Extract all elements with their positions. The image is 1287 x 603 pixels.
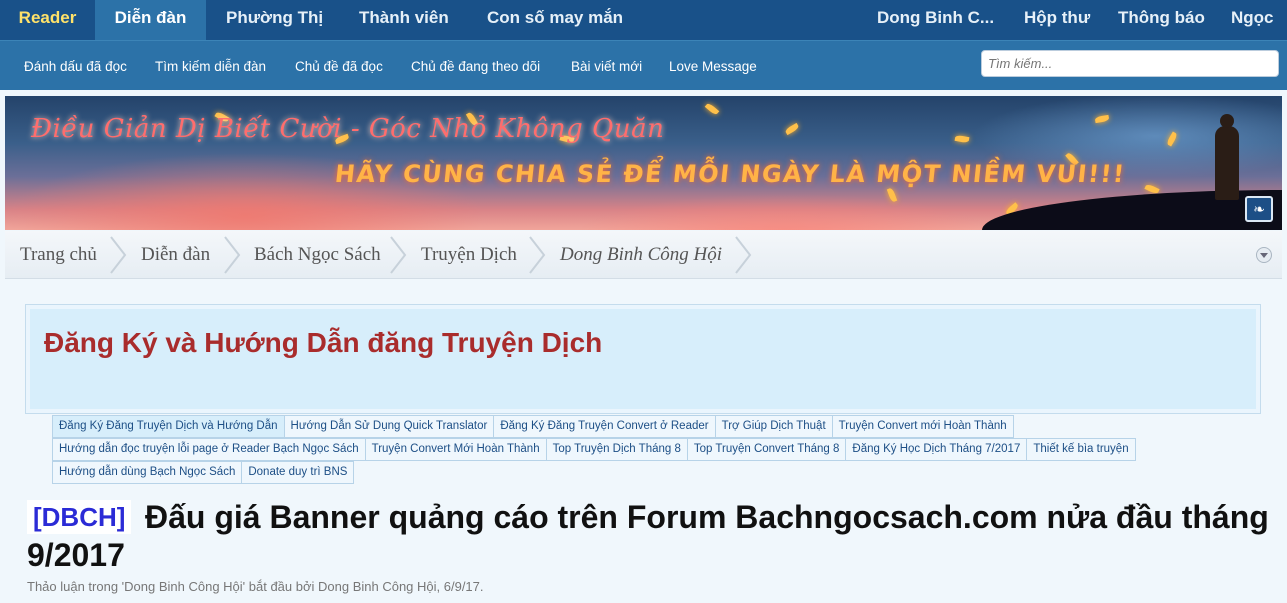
nav-tab-reader[interactable]: Reader [0, 0, 95, 40]
nav-tab-market[interactable]: Phường Thị [226, 0, 336, 40]
banner-slogan: Điều Giản Dị Biết Cười - Góc Nhỏ Không Q… [31, 114, 665, 144]
jump-menu-icon[interactable] [1256, 247, 1272, 263]
notice-link[interactable]: Truyện Convert mới Hoàn Thành [831, 415, 1014, 438]
notice-links-row: Đăng Ký Đăng Truyện Dịch và Hướng Dẫn Hư… [52, 415, 1014, 438]
new-posts-link[interactable]: Bài viết mới [571, 59, 642, 74]
notice-link[interactable]: Thiết kế bìa truyện [1026, 438, 1136, 461]
notice-link[interactable]: Hướng dẫn đọc truyện lỗi page ở Reader B… [52, 438, 366, 461]
breadcrumb-separator-icon [224, 236, 241, 274]
breadcrumb-home[interactable]: Trang chủ [20, 231, 97, 279]
notice-link[interactable]: Đăng Ký Đăng Truyện Dịch và Hướng Dẫn [52, 415, 285, 438]
nav-tab-lucky-number[interactable]: Con số may mắn [487, 0, 637, 40]
notice-link[interactable]: Hướng dẫn dùng Bạch Ngọc Sách [52, 461, 243, 484]
nav-tab-forum[interactable]: Diễn đàn [95, 0, 206, 40]
breadcrumb: Trang chủ Diễn đàn Bách Ngọc Sách Truyện… [5, 231, 1282, 279]
notice-link[interactable]: Top Truyện Convert Tháng 8 [686, 438, 847, 461]
leaf-decoration [886, 187, 898, 203]
notice-link[interactable]: Top Truyện Dịch Tháng 8 [545, 438, 688, 461]
user-link[interactable]: Ngọc [1231, 0, 1287, 40]
watched-threads-link[interactable]: Chủ đề đang theo dõi [411, 59, 540, 74]
breadcrumb-category[interactable]: Bách Ngọc Sách [254, 231, 381, 279]
breadcrumb-subforum[interactable]: Truyện Dịch [421, 231, 517, 279]
account-menu[interactable]: Dong Binh C... [877, 0, 1002, 40]
notice-link[interactable]: Donate duy trì BNS [241, 461, 355, 484]
notice-panel: Đăng Ký và Hướng Dẫn đăng Truyện Dịch [25, 304, 1261, 414]
mark-read-link[interactable]: Đánh dấu đã đọc [24, 59, 127, 74]
banner-figure [1215, 114, 1239, 200]
breadcrumb-separator-icon [390, 236, 407, 274]
book-logo-icon: ❧ [1245, 196, 1273, 222]
breadcrumb-separator-icon [110, 236, 127, 274]
notice-link[interactable]: Truyện Convert Mới Hoàn Thành [364, 438, 547, 461]
leaf-decoration [1165, 131, 1179, 147]
alerts-link[interactable]: Thông báo [1118, 0, 1213, 40]
search-input[interactable] [981, 50, 1279, 77]
leaf-decoration [954, 134, 970, 144]
leaf-decoration [1094, 114, 1110, 124]
breadcrumb-current[interactable]: Dong Binh Công Hội [560, 231, 722, 279]
leaf-decoration [784, 122, 800, 136]
notice-link[interactable]: Hướng Dẫn Sử Dụng Quick Translator [283, 415, 495, 438]
banner-tagline: HÃY CÙNG CHIA SẺ ĐỂ MỖI NGÀY LÀ MỘT NIỀM… [333, 160, 1127, 188]
notice-title: Đăng Ký và Hướng Dẫn đăng Truyện Dịch [44, 327, 603, 358]
notice-link[interactable]: Đăng Ký Đăng Truyện Convert ở Reader [493, 415, 716, 438]
read-threads-link[interactable]: Chủ đề đã đọc [295, 59, 383, 74]
breadcrumb-separator-icon [529, 236, 546, 274]
notice-link[interactable]: Đăng Ký Học Dịch Tháng 7/2017 [845, 438, 1028, 461]
breadcrumb-forums[interactable]: Diễn đàn [141, 231, 210, 279]
love-message-link[interactable]: Love Message [669, 59, 757, 74]
inbox-link[interactable]: Hộp thư [1024, 0, 1099, 40]
notice-links-row: Hướng dẫn dùng Bạch Ngọc Sách Donate duy… [52, 461, 355, 484]
notice-link[interactable]: Trợ Giúp Dịch Thuật [714, 415, 833, 438]
leaf-decoration [704, 102, 720, 116]
thread-meta: Thảo luận trong 'Dong Binh Công Hội' bắt… [27, 579, 484, 594]
search-forums-link[interactable]: Tìm kiếm diễn đàn [155, 59, 266, 74]
thread-prefix[interactable]: [DBCH] [27, 500, 132, 534]
header-banner[interactable]: Điều Giản Dị Biết Cười - Góc Nhỏ Không Q… [5, 96, 1282, 230]
notice-links-row: Hướng dẫn đọc truyện lỗi page ở Reader B… [52, 438, 1136, 461]
top-nav: Reader Diễn đàn Phường Thị Thành viên Co… [0, 0, 1287, 40]
thread-title: Đấu giá Banner quảng cáo trên Forum Bach… [27, 499, 1269, 573]
nav-tab-members[interactable]: Thành viên [359, 0, 459, 40]
breadcrumb-separator-icon [735, 236, 752, 274]
sub-nav: Đánh dấu đã đọc Tìm kiếm diễn đàn Chủ đề… [0, 40, 1287, 90]
